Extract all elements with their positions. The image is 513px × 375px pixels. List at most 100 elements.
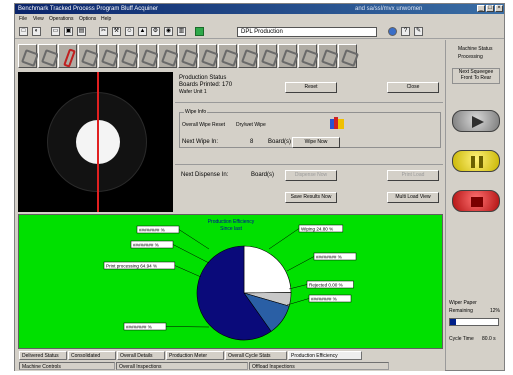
- pencil-icon[interactable]: ✎: [414, 27, 423, 36]
- stop-button[interactable]: [452, 190, 500, 212]
- wipe-info-group: Wipe Info Overall Wipe Reset Dry/wet Wip…: [179, 109, 441, 148]
- callout-leader-0: [178, 229, 210, 250]
- pause-button[interactable]: [452, 150, 500, 172]
- tools-icon[interactable]: ⚒: [112, 27, 121, 36]
- new-icon[interactable]: □: [19, 27, 28, 36]
- status-machine-controls: Machine Controls: [19, 362, 115, 370]
- machine-status-title: Machine Status: [458, 46, 493, 52]
- production-efficiency-chart: Production Efficiency Since last #######…: [18, 214, 443, 349]
- boards-printed: Boards Printed: 170: [179, 82, 233, 88]
- main-toolbar: □ ◐ ▭ ▣ ▤ ✂ ⚒ ☺ ▲ ⚙ ◉ ▥ DPL Production ?…: [15, 24, 504, 39]
- camera-icon[interactable]: ◉: [164, 27, 173, 36]
- multi-load-view-button[interactable]: Multi Load View: [387, 192, 439, 203]
- callout-leader-6: [288, 284, 308, 290]
- scissors-icon[interactable]: ✂: [99, 27, 108, 36]
- close-button[interactable]: Close: [387, 82, 439, 93]
- chart-subtitle: Since last: [220, 226, 242, 232]
- menu-operations[interactable]: Operations: [49, 15, 73, 23]
- callout-leader-5: [286, 256, 315, 272]
- open-icon[interactable]: ◐: [32, 27, 41, 36]
- tab-production-meter[interactable]: Production Meter: [166, 351, 224, 360]
- wipe-type-label: Dry/wet Wipe: [236, 122, 266, 128]
- tool-button-1[interactable]: [18, 44, 37, 68]
- callout-leader-4: [268, 228, 300, 250]
- wipe-paper-icon: [330, 117, 344, 131]
- pie-chart-svg: Production Efficiency Since last #######…: [103, 219, 357, 341]
- wafer-unit: Wafer Unit 1: [179, 89, 207, 95]
- window-title: Benchmark Tracked Process Program Bluff …: [18, 6, 158, 12]
- bottom-status-area: Delivered Status Consolidated Overall De…: [15, 350, 445, 371]
- pie-slices: [196, 245, 292, 341]
- wafer-view[interactable]: [18, 72, 173, 212]
- cycle-time-value: 80.0 s: [482, 336, 496, 342]
- dispense-now-button[interactable]: Dispense Now: [285, 170, 337, 181]
- wiper-paper-gauge: [449, 318, 499, 326]
- user-icon[interactable]: ☺: [125, 27, 134, 36]
- callout-label-7: ######## %: [311, 296, 337, 301]
- tool-button-7[interactable]: [138, 44, 157, 68]
- tool-button-15[interactable]: [298, 44, 317, 68]
- save-results-button[interactable]: Save Results Now: [285, 192, 337, 203]
- green-run-icon[interactable]: [195, 27, 204, 36]
- reset-button[interactable]: Reset: [285, 82, 337, 93]
- help-icon[interactable]: ?: [401, 27, 410, 36]
- wipe-now-button[interactable]: Wipe Now: [292, 137, 340, 148]
- play-button[interactable]: [452, 110, 500, 132]
- callout-label-6: Rejected 0.00 %: [309, 282, 343, 287]
- folder-icon[interactable]: ▭: [51, 27, 60, 36]
- callout-label-0: ######## %: [139, 227, 165, 232]
- chart-icon[interactable]: ▥: [177, 27, 186, 36]
- tool-button-13[interactable]: [258, 44, 277, 68]
- tool-button-5[interactable]: [98, 44, 117, 68]
- tool-button-17[interactable]: [338, 44, 357, 68]
- title-bar[interactable]: Benchmark Tracked Process Program Bluff …: [15, 4, 504, 14]
- settings-icon[interactable]: ⚙: [151, 27, 160, 36]
- tab-production-efficiency[interactable]: Production Efficiency: [288, 351, 362, 360]
- callout-label-5: ######## %: [316, 254, 342, 259]
- function-toolbar: [15, 40, 443, 73]
- separator: [175, 164, 443, 165]
- machine-control-panel: Machine Status Processing Next Squeegee …: [445, 40, 504, 370]
- chart-title: Production Efficiency: [208, 219, 255, 225]
- machine-status-value: Processing: [458, 54, 483, 60]
- tab-overall-details[interactable]: Overall Details: [117, 351, 165, 360]
- menu-file[interactable]: File: [19, 15, 27, 23]
- tool-button-8[interactable]: [158, 44, 177, 68]
- print-load-button[interactable]: Print Load: [387, 170, 439, 181]
- tool-button-2[interactable]: [38, 44, 57, 68]
- tool-button-14[interactable]: [278, 44, 297, 68]
- tool-button-11[interactable]: [218, 44, 237, 68]
- tool-button-4[interactable]: [78, 44, 97, 68]
- wiper-paper-value: 12%: [490, 308, 501, 314]
- maximize-icon[interactable]: □: [486, 5, 494, 12]
- menu-options[interactable]: Options: [79, 15, 96, 23]
- tool-button-9[interactable]: [178, 44, 197, 68]
- minimize-icon[interactable]: _: [477, 5, 485, 12]
- wiper-paper-fill: [450, 319, 456, 325]
- tool-button-12[interactable]: [238, 44, 257, 68]
- next-wipe-label: Next Wipe In:: [182, 139, 219, 145]
- close-icon[interactable]: ×: [495, 5, 503, 12]
- tool-button-6[interactable]: [118, 44, 137, 68]
- pie-slice-0: [243, 245, 292, 294]
- next-dispense-unit: Board(s): [251, 172, 275, 178]
- wiper-paper-label: Remaining: [449, 308, 473, 314]
- menu-view[interactable]: View: [33, 15, 44, 23]
- tool-button-10[interactable]: [198, 44, 217, 68]
- next-wipe-unit: Board(s): [268, 139, 292, 145]
- status-overall-inspections: Overall Inspections: [116, 362, 248, 370]
- globe-icon[interactable]: [388, 27, 397, 36]
- tool-button-16[interactable]: [318, 44, 337, 68]
- process-combo[interactable]: DPL Production: [237, 27, 377, 37]
- tool-button-squeegee[interactable]: [58, 44, 77, 68]
- save-icon[interactable]: ▣: [64, 27, 73, 36]
- callout-label-1: ######## %: [133, 242, 159, 247]
- print-icon[interactable]: ▤: [77, 27, 86, 36]
- application-window: Benchmark Tracked Process Program Bluff …: [14, 3, 505, 371]
- tab-overall-cycle-stats[interactable]: Overall Cycle Stats: [225, 351, 287, 360]
- wipe-reset-label: Overall Wipe Reset: [182, 122, 226, 128]
- menu-help[interactable]: Help: [101, 15, 111, 23]
- tab-consolidated[interactable]: Consolidated: [68, 351, 116, 360]
- lock-icon[interactable]: ▲: [138, 27, 147, 36]
- tab-delivered-status[interactable]: Delivered Status: [19, 351, 67, 360]
